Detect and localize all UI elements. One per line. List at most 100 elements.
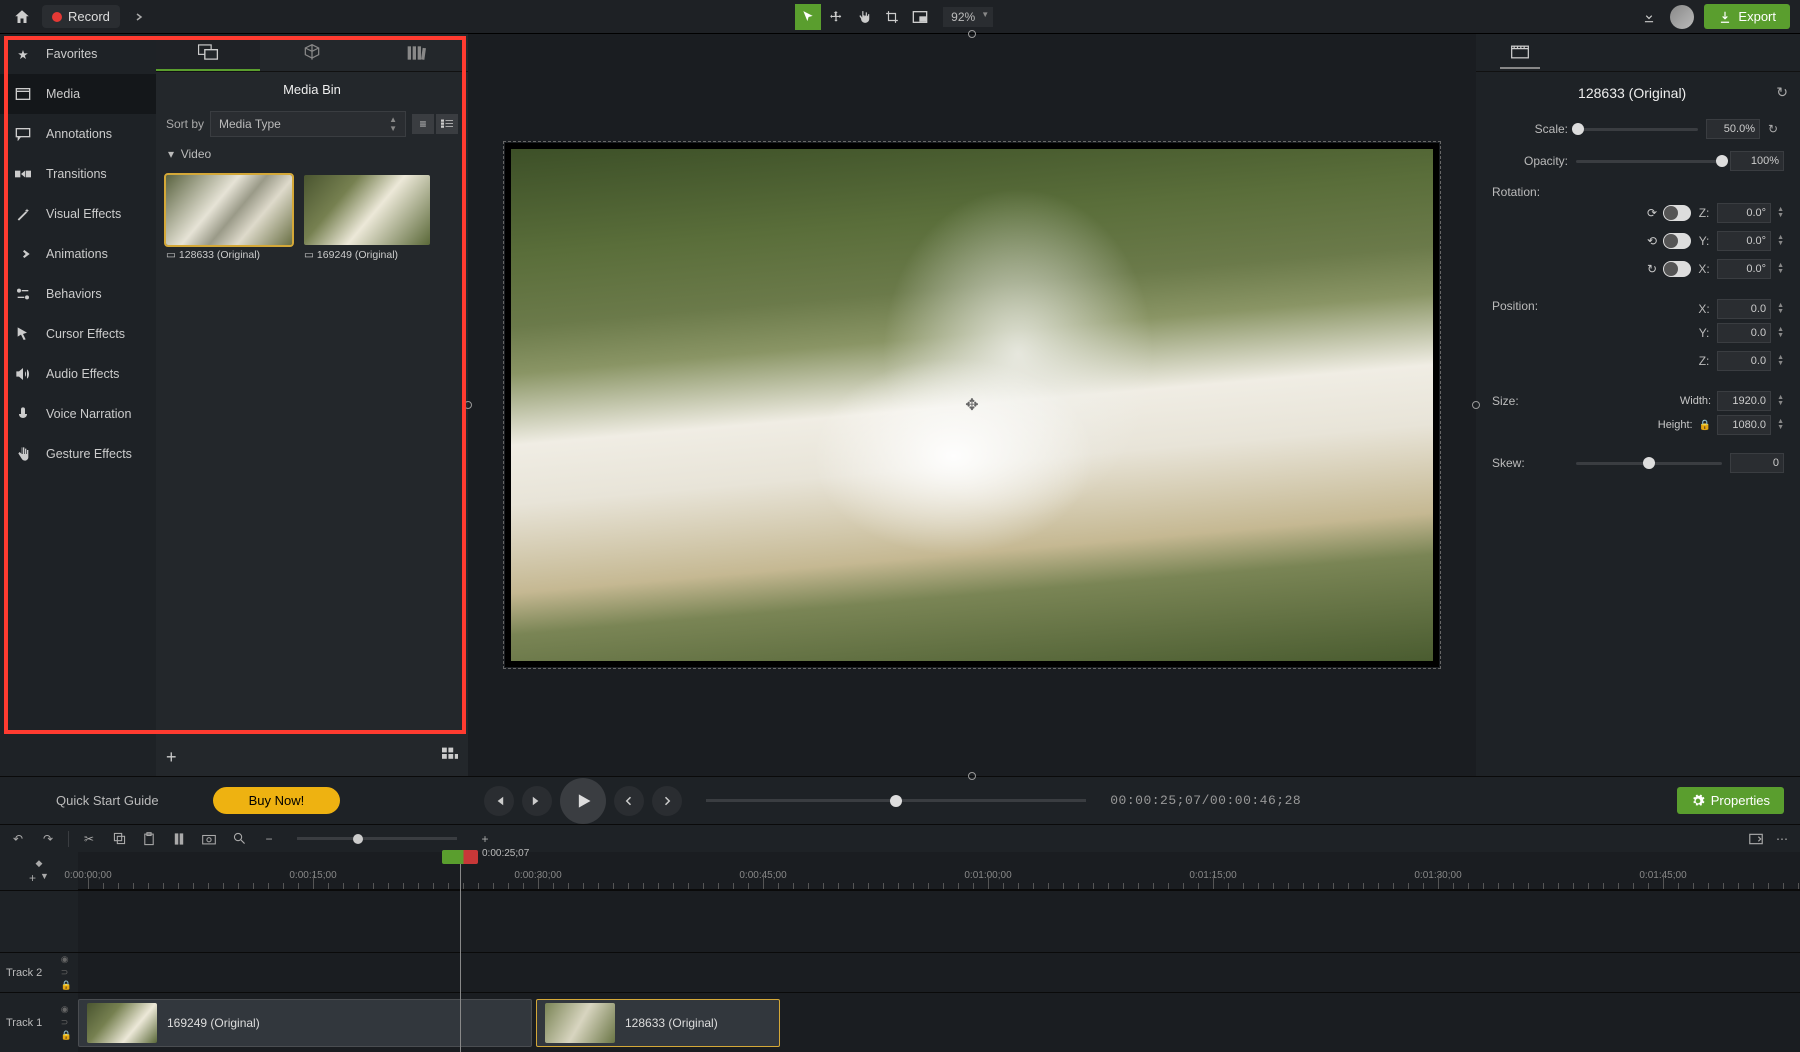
sidebar-item-gesture-effects[interactable]: Gesture Effects xyxy=(0,434,156,474)
canvas[interactable]: ✥ xyxy=(468,34,1476,776)
media-bin-title: Media Bin xyxy=(156,72,468,107)
reset-icon[interactable]: ↻ xyxy=(1768,122,1784,136)
select-tool[interactable] xyxy=(795,4,821,30)
reset-all-icon[interactable]: ↻ xyxy=(1776,84,1788,101)
timeline-ruler[interactable]: 0:00:25;07 0:00:00;000:00:15;000:00:30;0… xyxy=(78,852,1800,890)
collapse-tracks-button[interactable]: ▼ xyxy=(40,871,49,885)
thumbnail-size-button[interactable] xyxy=(442,747,458,768)
lock-icon[interactable]: 🔒 xyxy=(61,1030,72,1041)
eye-icon[interactable]: ◉ xyxy=(61,954,72,965)
more-button[interactable]: ⋯ xyxy=(1772,829,1792,849)
sidebar-item-media[interactable]: Media xyxy=(0,74,156,114)
pip-tool[interactable] xyxy=(907,4,933,30)
lock-icon[interactable]: ⊃ xyxy=(61,1017,72,1028)
prev-clip-button[interactable] xyxy=(614,786,644,816)
playhead[interactable]: 0:00:25;07 xyxy=(460,852,461,1052)
track-empty-body[interactable] xyxy=(78,891,1800,952)
playback-scrubber[interactable] xyxy=(706,799,1086,802)
split-button[interactable] xyxy=(169,829,189,849)
download-button[interactable] xyxy=(1638,6,1660,28)
marker-button[interactable]: ◆ xyxy=(36,858,43,869)
opacity-slider[interactable] xyxy=(1576,160,1722,163)
media-thumb-2[interactable]: ▭169249 (Original) xyxy=(304,175,430,261)
screenshot-button[interactable] xyxy=(199,829,219,849)
top-bar: Record 92% ▼ Export xyxy=(0,0,1800,34)
arrow-icon xyxy=(14,245,32,263)
timeline-clip[interactable]: 128633 (Original) xyxy=(536,999,780,1047)
record-dropdown[interactable] xyxy=(128,6,150,28)
props-tab-video[interactable] xyxy=(1500,37,1540,69)
resize-handle[interactable] xyxy=(968,772,976,780)
properties-button[interactable]: Properties xyxy=(1677,787,1784,814)
cut-button[interactable]: ✂ xyxy=(79,829,99,849)
next-frame-button[interactable] xyxy=(522,786,552,816)
zoom-search-button[interactable] xyxy=(229,829,249,849)
zoom-out-button[interactable]: − xyxy=(259,829,279,849)
sidebar-item-behaviors[interactable]: Behaviors xyxy=(0,274,156,314)
lock-aspect-icon[interactable]: 🔒 xyxy=(1699,420,1711,431)
bin-tab-library[interactable] xyxy=(364,34,468,71)
paste-button[interactable] xyxy=(139,829,159,849)
rotation-x-toggle[interactable] xyxy=(1663,261,1691,277)
sidebar-item-visual-effects[interactable]: Visual Effects xyxy=(0,194,156,234)
crop-tool[interactable] xyxy=(879,4,905,30)
zoom-in-button[interactable]: + xyxy=(475,829,495,849)
lock-icon[interactable]: 🔒 xyxy=(61,980,72,991)
resize-handle[interactable] xyxy=(1472,401,1480,409)
bin-tab-3d[interactable] xyxy=(260,34,364,71)
bin-tab-clips[interactable] xyxy=(156,34,260,71)
copy-button[interactable] xyxy=(109,829,129,849)
track-1-body[interactable]: 169249 (Original) 128633 (Original) xyxy=(78,993,1800,1052)
sidebar-item-cursor-effects[interactable]: Cursor Effects xyxy=(0,314,156,354)
lock-icon[interactable]: ⊃ xyxy=(61,967,72,978)
rotate-y-icon[interactable]: ⟲ xyxy=(1647,234,1657,248)
export-button[interactable]: Export xyxy=(1704,4,1790,29)
buy-now-button[interactable]: Buy Now! xyxy=(213,787,341,814)
sort-select[interactable]: Media Type▲▼ xyxy=(210,111,406,137)
rotate-x-icon[interactable]: ↻ xyxy=(1647,262,1657,276)
sidebar-item-favorites[interactable]: ★Favorites xyxy=(0,34,156,74)
rotation-y-toggle[interactable] xyxy=(1663,233,1691,249)
rotation-z-toggle[interactable] xyxy=(1663,205,1691,221)
canvas-selection[interactable]: ✥ xyxy=(503,141,1441,669)
user-avatar[interactable] xyxy=(1670,5,1694,29)
record-button[interactable]: Record xyxy=(42,5,120,28)
track-1-header[interactable]: Track 1 ◉⊃🔒 xyxy=(0,993,78,1052)
sidebar-item-voice-narration[interactable]: Voice Narration xyxy=(0,394,156,434)
sidebar-item-audio-effects[interactable]: Audio Effects xyxy=(0,354,156,394)
zoom-select[interactable]: 92% ▼ xyxy=(943,7,993,27)
sidebar-item-annotations[interactable]: Annotations xyxy=(0,114,156,154)
expand-button[interactable] xyxy=(1746,829,1766,849)
selected-clip-title: 128633 (Original) xyxy=(1488,85,1776,101)
add-media-button[interactable]: + xyxy=(166,747,177,768)
eye-icon[interactable]: ◉ xyxy=(61,1004,72,1015)
track-2-header[interactable]: Track 2 ◉⊃🔒 xyxy=(0,953,78,992)
move-tool[interactable] xyxy=(823,4,849,30)
scale-value[interactable]: 50.0% xyxy=(1706,119,1760,139)
quick-start-link[interactable]: Quick Start Guide xyxy=(56,793,159,808)
category-video[interactable]: ▾ Video xyxy=(156,141,468,167)
sidebar-item-animations[interactable]: Animations xyxy=(0,234,156,274)
pan-tool[interactable] xyxy=(851,4,877,30)
media-thumb-1[interactable]: ▭128633 (Original) xyxy=(166,175,292,261)
resize-handle[interactable] xyxy=(968,30,976,38)
view-detail-button[interactable] xyxy=(436,114,458,134)
rotate-z-icon[interactable]: ⟳ xyxy=(1647,206,1657,220)
timeline-clip[interactable]: 169249 (Original) xyxy=(78,999,532,1047)
home-button[interactable] xyxy=(10,5,34,29)
opacity-value[interactable]: 100% xyxy=(1730,151,1784,171)
redo-button[interactable]: ↷ xyxy=(38,829,58,849)
track-2-body[interactable] xyxy=(78,953,1800,992)
sidebar-item-transitions[interactable]: Transitions xyxy=(0,154,156,194)
add-track-button[interactable]: + xyxy=(29,871,36,885)
undo-button[interactable]: ↶ xyxy=(8,829,28,849)
timeline-zoom-slider[interactable] xyxy=(297,837,457,840)
view-list-button[interactable]: ≡ xyxy=(412,114,434,134)
scale-slider[interactable] xyxy=(1576,128,1698,131)
resize-handle[interactable] xyxy=(464,401,472,409)
play-button[interactable] xyxy=(560,778,606,824)
prev-frame-button[interactable] xyxy=(484,786,514,816)
move-handle-icon[interactable]: ✥ xyxy=(962,395,982,415)
next-clip-button[interactable] xyxy=(652,786,682,816)
skew-slider[interactable] xyxy=(1576,462,1722,465)
